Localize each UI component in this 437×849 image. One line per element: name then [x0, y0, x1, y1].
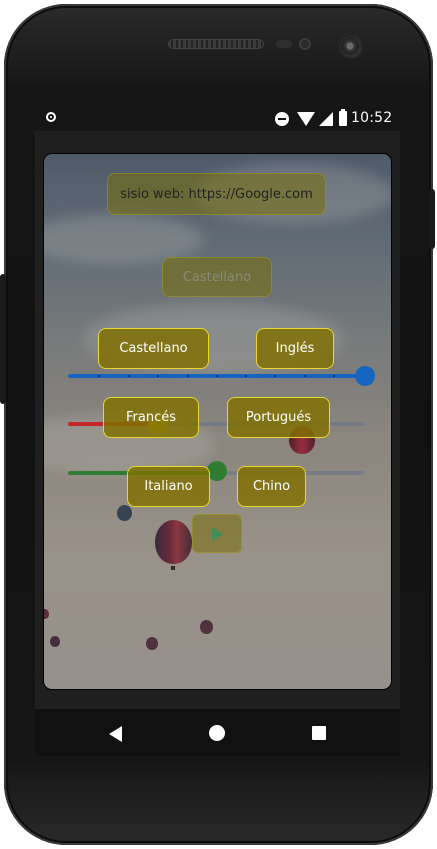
- slider-tick: [98, 375, 100, 377]
- blue-slider-thumb[interactable]: [355, 366, 375, 386]
- slider-tick: [333, 375, 335, 377]
- chino-button[interactable]: Chino: [237, 466, 306, 507]
- website-button-label: sisio web: https://Google.com: [120, 186, 313, 202]
- status-time: 10:52: [351, 110, 393, 126]
- portugues-label: Portugués: [245, 410, 312, 425]
- status-bar: 10:52: [35, 107, 400, 131]
- wifi-icon: [297, 112, 315, 126]
- device-screen: 10:52 sisio web: https://Google.com Cast…: [35, 107, 400, 756]
- frances-button[interactable]: Francés: [103, 397, 199, 438]
- play-button[interactable]: [192, 514, 242, 553]
- frances-label: Francés: [125, 410, 176, 425]
- green-slider-thumb[interactable]: [207, 461, 227, 481]
- power-button: [429, 189, 435, 249]
- app-window: sisio web: https://Google.com Castellano…: [44, 154, 391, 689]
- volume-button: [0, 274, 6, 404]
- castellano-button[interactable]: Castellano: [98, 328, 209, 369]
- slider-tick: [157, 375, 159, 377]
- slider-tick: [245, 375, 247, 377]
- slider-tick: [274, 375, 276, 377]
- italiano-button[interactable]: Italiano: [127, 466, 210, 507]
- portugues-button[interactable]: Portugués: [227, 397, 330, 438]
- recents-icon[interactable]: [312, 726, 326, 740]
- light-sensor: [299, 38, 311, 50]
- proximity-sensor: [276, 40, 292, 48]
- castellano-label: Castellano: [119, 341, 188, 356]
- battery-icon: [339, 109, 347, 126]
- back-icon[interactable]: [109, 726, 122, 742]
- front-camera: [341, 37, 361, 57]
- home-icon[interactable]: [209, 725, 225, 741]
- slider-tick: [304, 375, 306, 377]
- selected-language-label: Castellano: [182, 269, 252, 285]
- website-button[interactable]: sisio web: https://Google.com: [107, 173, 326, 215]
- slider-tick: [187, 375, 189, 377]
- slider-tick: [128, 375, 130, 377]
- selected-language-button[interactable]: Castellano: [162, 257, 272, 297]
- navigation-bar: [35, 709, 400, 756]
- dnd-icon: [275, 112, 289, 126]
- italiano-label: Italiano: [144, 479, 193, 494]
- slider-tick: [216, 375, 218, 377]
- earpiece-speaker: [168, 39, 264, 49]
- chino-label: Chino: [252, 479, 291, 494]
- play-icon: [212, 527, 223, 541]
- ingles-button[interactable]: Inglés: [256, 328, 334, 369]
- signal-icon: [319, 112, 333, 126]
- ingles-label: Inglés: [275, 341, 315, 356]
- notification-dot-icon: [46, 112, 56, 122]
